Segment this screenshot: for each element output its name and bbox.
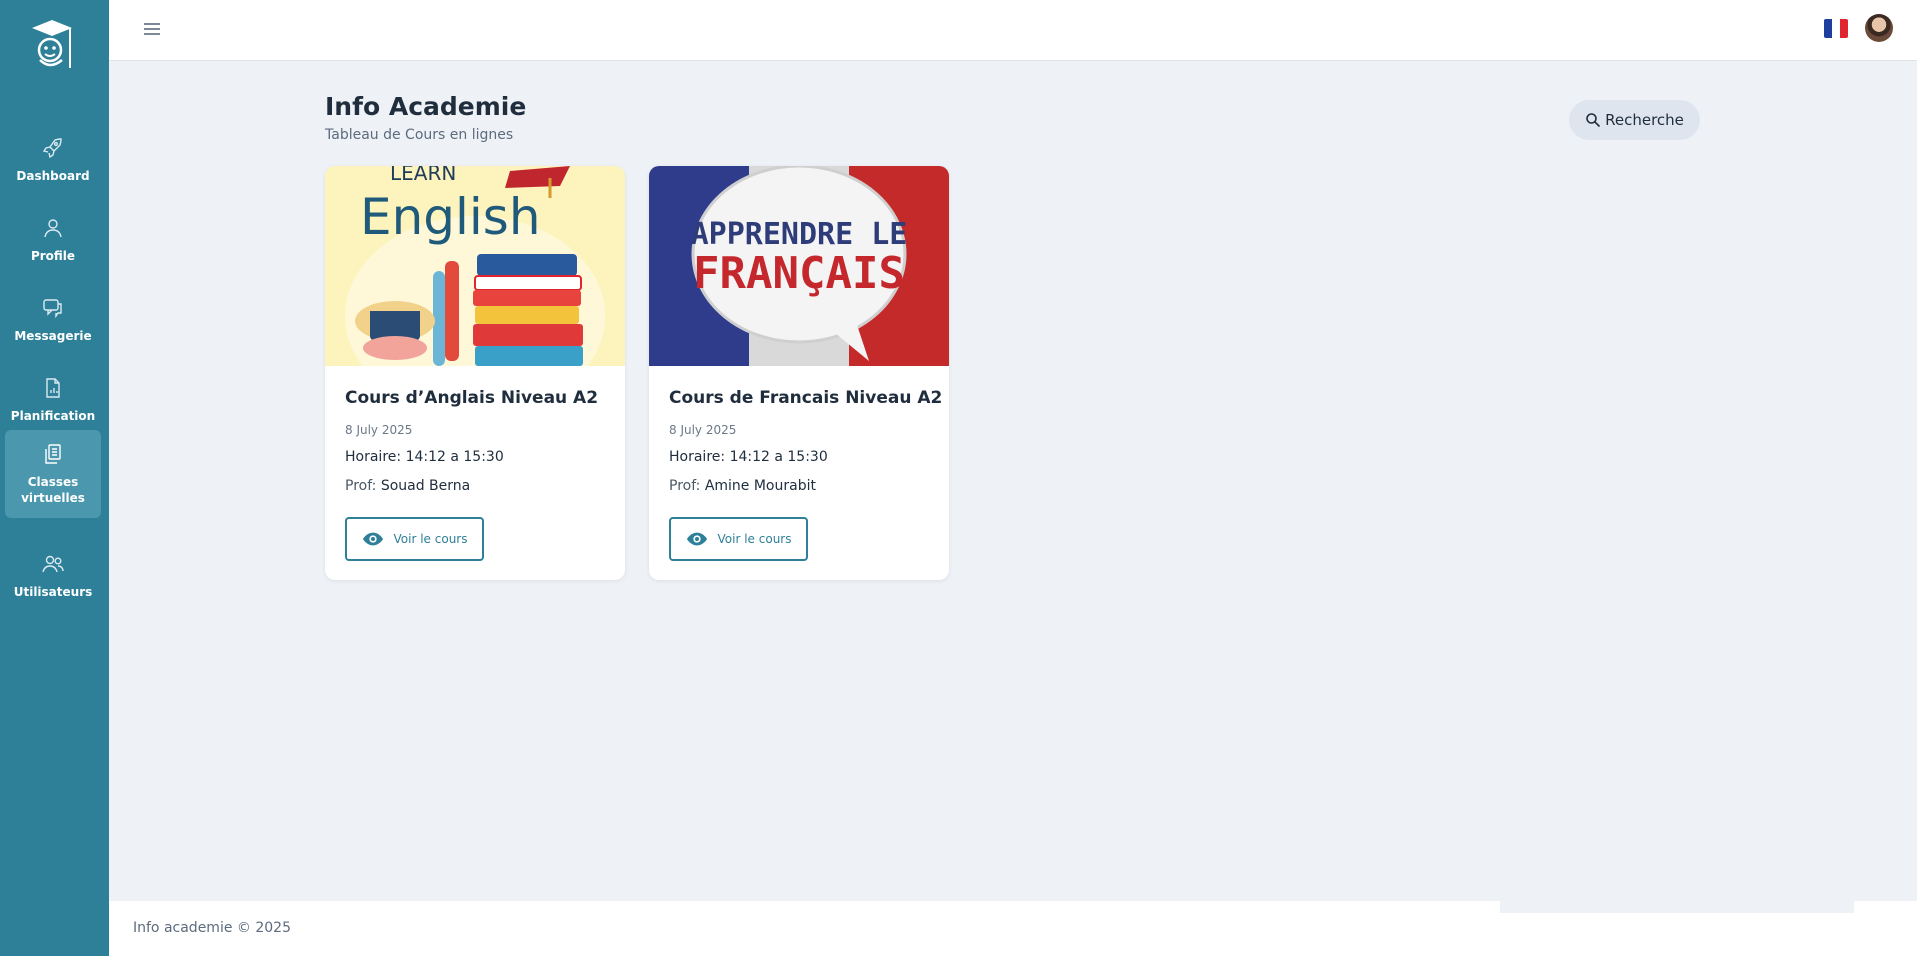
course-title: Cours d’Anglais Niveau A2: [345, 388, 599, 408]
prof-label: Prof:: [345, 478, 377, 494]
sidebar-item-utilisateurs[interactable]: Utilisateurs: [5, 533, 101, 619]
course-image-francais: APPRENDRE LE FRANÇAIS: [649, 166, 949, 366]
course-card: LEARN English Cours d’Anglais Niveau A2 …: [325, 166, 625, 580]
graduation-cap-logo-icon[interactable]: [26, 16, 78, 74]
sidebar-item-label: Messagerie: [14, 329, 92, 343]
course-date: 8 July 2025: [669, 423, 737, 437]
prof-name: Souad Berna: [380, 478, 471, 494]
view-course-button[interactable]: Voir le cours: [345, 517, 484, 561]
view-course-label: Voir le cours: [717, 532, 792, 546]
sidebar-item-label: Planification: [10, 409, 96, 423]
hours-value: 14:12 a 15:30: [729, 449, 828, 465]
sidebar-item-classes-virtuelles[interactable]: Classes virtuelles: [5, 430, 101, 518]
search-icon: [1586, 113, 1601, 128]
page-title: Info Academie: [325, 92, 527, 121]
image-text-big: English: [360, 188, 541, 246]
footer-divider: [1500, 901, 1854, 913]
course-card: APPRENDRE LE FRANÇAIS Cours de Francais …: [649, 166, 949, 580]
course-image-english: LEARN English: [325, 166, 625, 366]
sidebar-item-dashboard[interactable]: Dashboard: [5, 117, 101, 203]
search-button-label: Recherche: [1605, 111, 1684, 129]
prof-name: Amine Mourabit: [704, 478, 816, 494]
course-date: 8 July 2025: [345, 423, 413, 437]
course-title: Cours de Francais Niveau A2: [669, 388, 943, 408]
sidebar: Dashboard Profile Messagerie Planificati…: [0, 0, 109, 956]
sidebar-item-messagerie[interactable]: Messagerie: [5, 277, 101, 363]
sidebar-item-label: Classes virtuelles: [21, 475, 85, 505]
search-button[interactable]: Recherche: [1569, 100, 1700, 140]
image-text-big: FRANÇAIS: [693, 248, 905, 299]
course-hours: Horaire: 14:12 a 15:30: [345, 449, 504, 465]
sidebar-item-label: Dashboard: [16, 169, 90, 183]
hours-label: Horaire:: [345, 449, 402, 465]
eye-icon: [362, 532, 383, 546]
course-prof: Prof: Souad Berna: [345, 478, 470, 494]
sidebar-item-label: Profile: [30, 249, 76, 263]
footer-copyright: Info academie © 2025: [133, 920, 291, 936]
image-text-small: LEARN: [390, 166, 456, 185]
eye-icon: [686, 532, 707, 546]
hours-label: Horaire:: [669, 449, 726, 465]
course-prof: Prof: Amine Mourabit: [669, 478, 816, 494]
sidebar-item-label: Utilisateurs: [13, 585, 93, 599]
user-icon: [44, 219, 62, 238]
rocket-icon: [42, 138, 62, 159]
document-chart-icon: [46, 378, 60, 398]
top-bar: [109, 0, 1917, 61]
hours-value: 14:12 a 15:30: [405, 449, 504, 465]
chat-icon: [43, 299, 62, 319]
page-subtitle: Tableau de Cours en lignes: [325, 127, 514, 143]
hamburger-menu-icon[interactable]: [141, 18, 163, 40]
sidebar-item-profile[interactable]: Profile: [5, 197, 101, 283]
course-hours: Horaire: 14:12 a 15:30: [669, 449, 828, 465]
copy-document-icon: [45, 444, 61, 464]
image-text-small: APPRENDRE LE: [691, 217, 908, 252]
users-icon: [42, 555, 64, 573]
prof-label: Prof:: [669, 478, 701, 494]
view-course-button[interactable]: Voir le cours: [669, 517, 808, 561]
french-flag-icon[interactable]: [1824, 19, 1848, 38]
avatar[interactable]: [1865, 14, 1893, 42]
view-course-label: Voir le cours: [393, 532, 468, 546]
